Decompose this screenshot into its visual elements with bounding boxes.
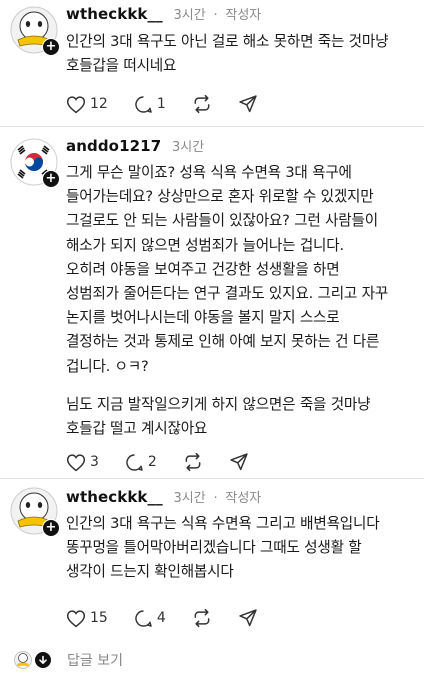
repost-button[interactable] — [192, 608, 212, 628]
comment-meta: anddo1217 3시간 — [66, 136, 204, 158]
repost-icon — [185, 452, 201, 472]
reply-button[interactable]: 2 — [125, 453, 157, 472]
comment-icon — [126, 453, 143, 471]
text-line: 논지를 벗어나시는데 야동을 볼지 말지 스스로 — [66, 309, 340, 327]
share-button[interactable] — [238, 608, 258, 628]
author-badge: 작성자 — [225, 491, 262, 506]
like-count: 15 — [90, 610, 108, 626]
avatar[interactable]: + — [10, 487, 60, 537]
username[interactable]: wtheckkk__ — [66, 5, 163, 23]
text-line: 인간의 3대 욕구도 아닌 걸로 해소 못하면 죽는 것마냥 — [66, 33, 389, 50]
timestamp: 3시간 — [172, 140, 205, 155]
action-bar: 3 2 — [66, 450, 275, 474]
heart-icon — [66, 453, 86, 471]
text-line: 그게 무슨 말이죠? 성욕 식욕 수면욕 3대 욕구에 — [66, 164, 352, 181]
chevron-down-icon — [35, 652, 51, 668]
follow-plus-icon[interactable]: + — [42, 170, 60, 188]
separator-dot: · — [213, 8, 218, 23]
reply-count: 2 — [147, 454, 157, 470]
comment-icon — [135, 95, 152, 113]
text-line: 결정하는 것과 통제로 인해 아예 보지 못하는 건 다른 — [66, 333, 380, 351]
reply-count: 4 — [156, 610, 166, 626]
comment-text: 인간의 3대 욕구는 식욕 수면욕 그리고 배변욕입니다 똥꾸멍을 틀어막아버리… — [66, 512, 416, 585]
share-icon — [239, 95, 257, 113]
text-line: 호들갑 떨고 계시잖아요 — [66, 420, 208, 438]
repost-button[interactable] — [192, 94, 212, 114]
repost-icon — [194, 608, 210, 628]
follow-plus-icon[interactable]: + — [42, 38, 60, 56]
author-badge: 작성자 — [225, 8, 262, 23]
text-line: 들어가는데요? 상상만으로 혼자 위로할 수 있겠지만 — [66, 188, 374, 206]
action-bar: 12 1 — [66, 92, 284, 116]
text-line: 호들갑을 떠시네요 — [66, 57, 177, 75]
username[interactable]: anddo1217 — [66, 137, 161, 155]
text-line: 님도 지금 발작일으키게 하지 않으면은 죽을 것마냥 — [66, 395, 371, 413]
follow-plus-icon[interactable]: + — [42, 519, 60, 537]
share-icon — [230, 453, 248, 471]
comment-text: 인간의 3대 욕구도 아닌 걸로 해소 못하면 죽는 것마냥 호들갑을 떠시네요 — [66, 30, 416, 78]
view-replies-link[interactable]: 답글 보기 — [67, 650, 123, 670]
reply-button[interactable]: 1 — [134, 95, 166, 114]
timestamp: 3시간 — [173, 8, 206, 23]
action-bar: 15 4 — [66, 606, 284, 630]
avatar[interactable]: + — [10, 6, 60, 56]
like-button[interactable]: 12 — [66, 95, 108, 114]
avatar[interactable]: + — [10, 138, 60, 188]
comment-meta: wtheckkk__ 3시간 · 작성자 — [66, 4, 261, 26]
comment-3: + wtheckkk__ 3시간 · 작성자 인간의 3대 욕구는 식욕 수면욕… — [0, 479, 424, 639]
text-line: 똥꾸멍을 틀어막아버리겠습니다 그때도 성생활 할 — [66, 539, 362, 557]
heart-icon — [66, 609, 86, 627]
comment-text: 그게 무슨 말이죠? 성욕 식욕 수면욕 3대 욕구에 들어가는데요? 상상만으… — [66, 161, 416, 441]
view-replies-row[interactable]: 답글 보기 — [14, 650, 123, 670]
share-button[interactable] — [229, 452, 249, 472]
text-line: 생각이 드는지 확인해봅시다 — [66, 563, 234, 581]
like-button[interactable]: 3 — [66, 453, 99, 472]
timestamp: 3시간 — [173, 491, 206, 506]
comment-meta: wtheckkk__ 3시간 · 작성자 — [66, 487, 261, 509]
comment-icon — [135, 609, 152, 627]
repost-button[interactable] — [183, 452, 203, 472]
text-line: 그걸로도 안 되는 사람들이 있잖아요? 그런 사람들이 — [66, 212, 378, 230]
like-button[interactable]: 15 — [66, 609, 108, 628]
text-line: 인간의 3대 욕구는 식욕 수면욕 그리고 배변욕입니다 — [66, 515, 380, 532]
share-button[interactable] — [238, 94, 258, 114]
text-line: 해소가 되지 않으면 성범죄가 늘어나는 겁니다. — [66, 236, 344, 254]
heart-icon — [66, 95, 86, 113]
separator-dot: · — [213, 491, 218, 506]
comment-1: + wtheckkk__ 3시간 · 작성자 인간의 3대 욕구도 아닌 걸로 … — [0, 0, 424, 125]
repost-icon — [194, 94, 210, 114]
username[interactable]: wtheckkk__ — [66, 488, 163, 506]
comment-2: + anddo1217 3시간 그게 무슨 말이죠? 성욕 식욕 수면욕 3대 … — [0, 127, 424, 477]
like-count: 12 — [90, 96, 108, 112]
reply-count: 1 — [156, 96, 166, 112]
share-icon — [239, 609, 257, 627]
like-count: 3 — [90, 454, 99, 470]
text-line: 겁니다. ㅇㅋ? — [66, 357, 149, 375]
text-line: 오히려 야동을 보여주고 건강한 성생활을 하면 — [66, 260, 340, 278]
reply-button[interactable]: 4 — [134, 609, 166, 628]
reply-avatar-icon — [14, 651, 32, 669]
text-line: 성범죄가 줄어든다는 연구 결과도 있지요. 그리고 자꾸 — [66, 285, 389, 303]
